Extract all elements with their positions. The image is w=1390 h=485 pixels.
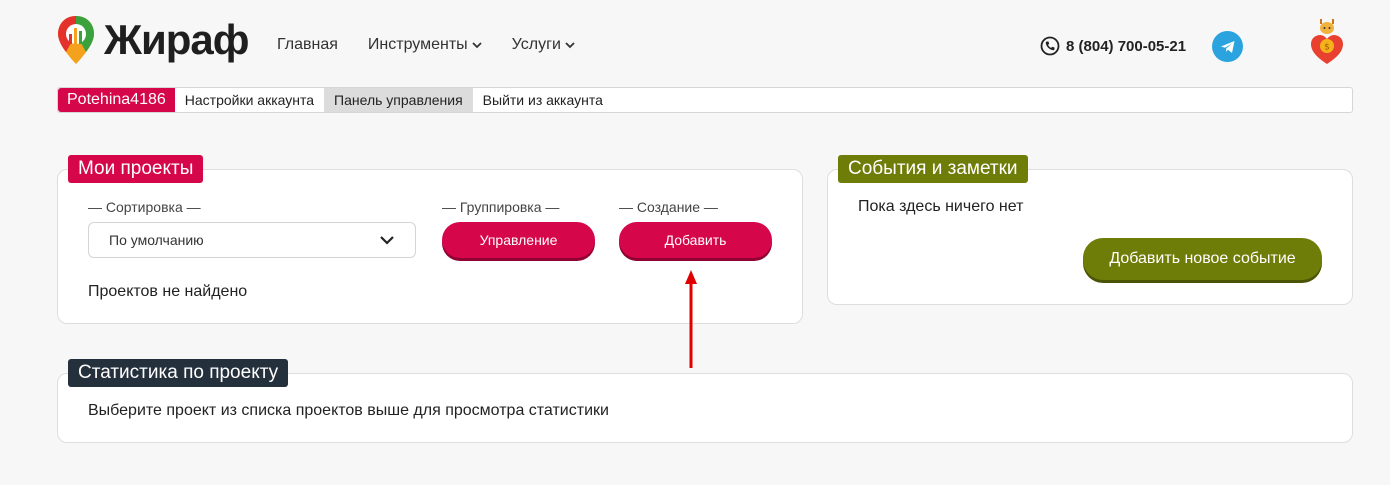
phone-number: 8 (804) 700-05-21: [1066, 37, 1187, 55]
sort-label: — Сортировка —: [88, 199, 201, 215]
create-label: — Создание —: [619, 199, 718, 215]
projects-panel-title: Мои проекты: [68, 155, 204, 183]
sort-select-value: По умолчанию: [109, 232, 204, 248]
events-empty-text: Пока здесь ничего нет: [858, 198, 1024, 215]
nav-label: Услуги: [511, 36, 561, 53]
add-project-button[interactable]: Добавить: [619, 222, 772, 258]
chevron-down-icon: [565, 42, 575, 49]
annotation-arrow-icon: [685, 270, 697, 368]
add-event-button[interactable]: Добавить новое событие: [1083, 238, 1322, 280]
phone-icon: [1040, 36, 1060, 56]
group-label: — Группировка —: [442, 199, 560, 215]
username-badge[interactable]: Potehina4186: [58, 88, 175, 112]
stats-hint-text: Выберите проект из списка проектов выше …: [88, 402, 609, 419]
site-header: Жираф Главная Инструменты Услуги 8 (804)…: [0, 0, 1390, 90]
control-panel-link[interactable]: Панель управления: [324, 88, 473, 112]
account-settings-link[interactable]: Настройки аккаунта: [175, 88, 324, 112]
avatar[interactable]: $: [1308, 16, 1346, 66]
events-panel: [827, 169, 1353, 305]
nav-item-home[interactable]: Главная: [277, 36, 338, 54]
manage-button[interactable]: Управление: [442, 222, 595, 258]
nav-item-tools[interactable]: Инструменты: [368, 36, 482, 54]
main-nav: Главная Инструменты Услуги: [277, 36, 605, 54]
chevron-down-icon: [472, 42, 482, 49]
sort-select[interactable]: По умолчанию: [88, 222, 416, 258]
svg-text:$: $: [1324, 43, 1330, 53]
events-panel-title: События и заметки: [838, 155, 1028, 183]
projects-empty-text: Проектов не найдено: [88, 283, 248, 300]
nav-label: Инструменты: [367, 36, 468, 53]
giraffe-pin-logo-icon: [58, 16, 94, 64]
nav-label: Главная: [277, 36, 338, 53]
logo[interactable]: Жираф: [56, 14, 250, 66]
stats-panel-title: Статистика по проекту: [68, 359, 289, 387]
logout-link[interactable]: Выйти из аккаунта: [473, 88, 613, 112]
nav-item-services[interactable]: Услуги: [512, 36, 575, 54]
account-bar: Potehina4186 Настройки аккаунта Панель у…: [57, 87, 1353, 113]
phone-link[interactable]: 8 (804) 700-05-21: [1040, 36, 1186, 56]
logo-text: Жираф: [104, 16, 250, 63]
chevron-down-icon: [380, 236, 394, 245]
telegram-button[interactable]: [1212, 31, 1243, 62]
telegram-icon: [1220, 40, 1234, 53]
